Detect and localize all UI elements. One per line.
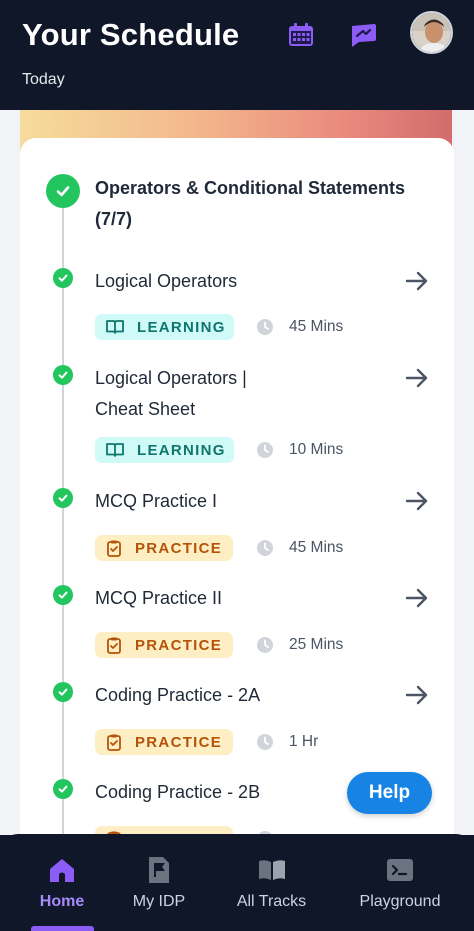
item-duration: 1 Hr: [289, 733, 319, 750]
home-icon: [47, 856, 77, 884]
completed-check-icon: [53, 488, 73, 508]
clock-icon: [256, 636, 274, 654]
badge-label: PRACTICE: [135, 539, 223, 557]
completed-check-icon: [53, 585, 73, 605]
book-icon: [106, 443, 124, 457]
badge-label: PRACTICE: [135, 733, 223, 751]
clipboard-check-icon: [107, 637, 121, 654]
active-tab-indicator: [31, 926, 94, 931]
nav-item-playground[interactable]: Playground: [350, 834, 450, 931]
arrow-right-icon[interactable]: [404, 585, 430, 611]
book-open-icon: [257, 856, 287, 884]
nav-label: My IDP: [132, 893, 186, 910]
clock-icon: [256, 318, 274, 336]
module-title: Operators & Conditional Statements (7/7): [95, 178, 406, 229]
page-title: Your Schedule: [22, 17, 240, 52]
item-duration: 10 Mins: [289, 441, 344, 458]
item-title[interactable]: MCQ Practice I: [95, 486, 295, 517]
page-subtitle: Today: [22, 71, 65, 88]
clipboard-check-icon: [107, 540, 121, 557]
item-title[interactable]: Coding Practice - 2B: [95, 777, 295, 808]
item-duration: 25 Mins: [289, 636, 344, 653]
terminal-icon: [385, 856, 415, 884]
nav-label: Home: [39, 893, 85, 910]
learning-badge: LEARNING: [95, 314, 234, 340]
item-title[interactable]: Logical Operators | Cheat Sheet: [95, 363, 285, 425]
nav-label: Playground: [359, 893, 441, 910]
completed-check-icon: [53, 779, 73, 799]
nav-item-home[interactable]: Home: [22, 834, 102, 931]
book-icon: [106, 320, 124, 334]
module-card: Operators & Conditional Statements (7/7)…: [20, 138, 454, 835]
item-duration: 45 Mins: [289, 539, 344, 556]
help-button[interactable]: Help: [347, 772, 432, 814]
practice-badge: PRACTICE: [95, 535, 233, 561]
clock-icon: [256, 539, 274, 557]
arrow-right-icon[interactable]: [404, 365, 430, 391]
item-title[interactable]: Coding Practice - 2A: [95, 680, 295, 711]
badge-label: LEARNING: [137, 441, 226, 459]
clipboard-check-icon: [107, 734, 121, 751]
calendar-icon[interactable]: [286, 20, 316, 50]
nav-label: All Tracks: [236, 893, 307, 910]
nav-item-my-idp[interactable]: My IDP: [118, 834, 200, 931]
clock-icon: [256, 441, 274, 459]
app-header: Your Schedule Today: [0, 0, 474, 110]
learning-badge: LEARNING: [95, 437, 234, 463]
completed-check-icon: [53, 365, 73, 385]
schedule-content[interactable]: Operators & Conditional Statements (7/7)…: [0, 110, 474, 835]
arrow-right-icon[interactable]: [404, 268, 430, 294]
timeline-line: [62, 198, 64, 835]
completed-check-icon: [53, 682, 73, 702]
item-title[interactable]: MCQ Practice II: [95, 583, 295, 614]
arrow-right-icon[interactable]: [404, 682, 430, 708]
item-duration: 45 Mins: [289, 318, 344, 335]
bottom-navigation: Home My IDP All Tracks Playground: [0, 834, 474, 931]
clock-icon: [256, 733, 274, 751]
idp-flag-icon: [144, 856, 174, 884]
module-completed-check-icon: [46, 174, 80, 208]
badge-label: LEARNING: [137, 318, 226, 336]
practice-badge: PRACTICE: [95, 632, 233, 658]
message-icon[interactable]: [347, 20, 377, 50]
item-title[interactable]: Logical Operators: [95, 266, 295, 297]
badge-label: PRACTICE: [135, 636, 223, 654]
avatar[interactable]: [410, 11, 453, 54]
nav-item-all-tracks[interactable]: All Tracks: [224, 834, 319, 931]
completed-check-icon: [53, 268, 73, 288]
arrow-right-icon[interactable]: [404, 488, 430, 514]
practice-badge: PRACTICE: [95, 729, 233, 755]
